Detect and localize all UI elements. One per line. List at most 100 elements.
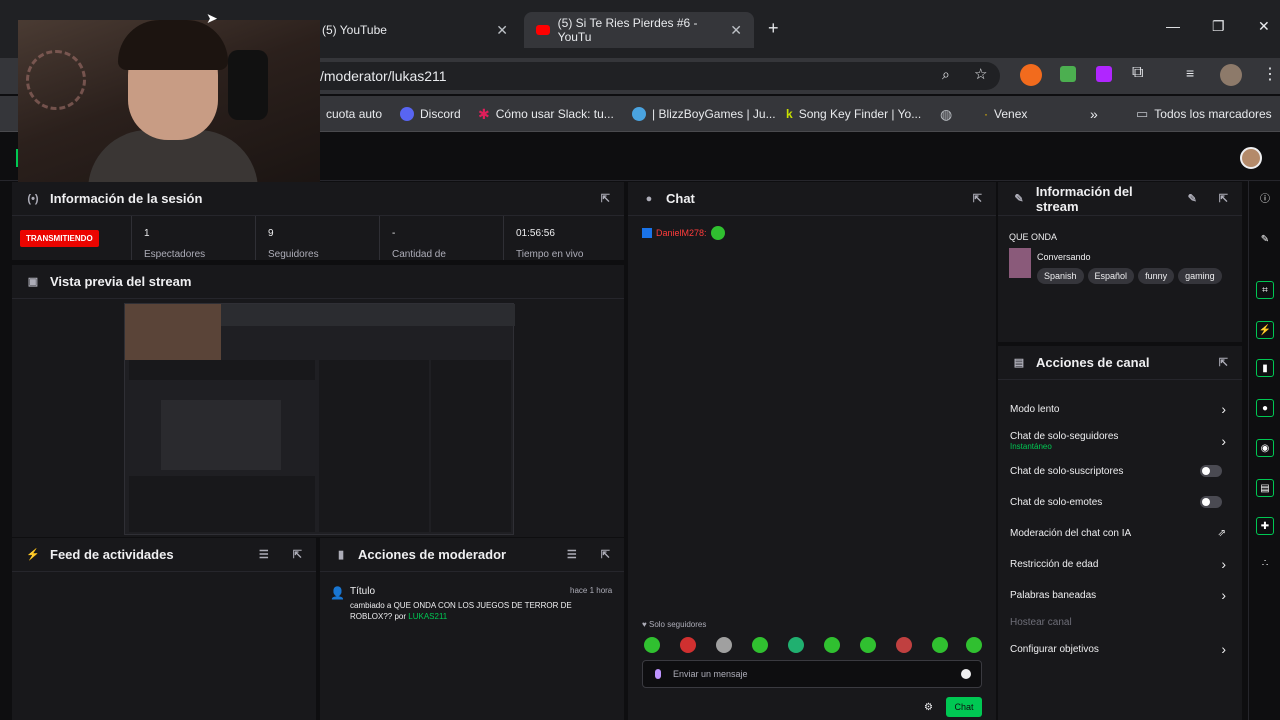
stream-tag[interactable]: funny — [1138, 268, 1175, 284]
emote-icon[interactable] — [824, 637, 840, 653]
emote-icon[interactable] — [716, 637, 732, 653]
tab-si-te-ries[interactable]: (5) Si Te Ries Pierdes #6 - YouTu ✕ — [524, 12, 754, 48]
bookmark-item[interactable]: | BlizzBoyGames | Ju... — [632, 96, 776, 132]
pencil-icon[interactable]: ✎ — [1256, 231, 1274, 249]
action-slow-mode[interactable]: Modo lento › — [998, 394, 1242, 424]
bookmark-item[interactable]: ✱ Cómo usar Slack: tu... — [478, 96, 614, 132]
filter-icon[interactable]: ☰ — [567, 548, 577, 561]
minimize-icon[interactable]: — — [1166, 18, 1180, 34]
settings-gear-icon[interactable]: ⚙ — [924, 702, 933, 713]
edit-icon[interactable]: ✎ — [1188, 192, 1197, 205]
panel-header: (•) Información de la sesión ⇱ — [12, 182, 624, 216]
background-decor — [26, 50, 86, 110]
mic-icon[interactable] — [655, 669, 661, 679]
zoom-icon[interactable]: ⌕ — [942, 66, 950, 83]
more-bookmarks-icon[interactable]: » — [1090, 96, 1098, 132]
action-followers-only[interactable]: Chat de solo-seguidores Instantáneo › — [998, 425, 1242, 457]
popout-icon[interactable]: ⇱ — [293, 548, 302, 561]
stat-cell: TRANSMITIENDO — [12, 216, 132, 260]
emote-icon[interactable] — [860, 637, 876, 653]
action-emotes-only[interactable]: Chat de solo-emotes — [998, 487, 1242, 517]
stream-tag[interactable]: Spanish — [1037, 268, 1084, 284]
restore-icon[interactable]: ❐ — [1212, 18, 1225, 35]
toggle-switch[interactable] — [1200, 496, 1222, 508]
note-icon[interactable]: ▮ — [1256, 359, 1274, 377]
chat-send-button[interactable]: Chat — [946, 697, 982, 717]
filter-icon[interactable]: ☰ — [259, 548, 269, 561]
popout-icon[interactable]: ⇱ — [1219, 192, 1228, 205]
emote-icon[interactable] — [644, 637, 660, 653]
action-ai-moderation[interactable]: Moderación del chat con IA ⇗ — [998, 518, 1242, 548]
chat-username[interactable]: DanielM278: — [656, 228, 707, 238]
emote-icon[interactable] — [966, 637, 982, 653]
bookmark-item[interactable]: k Song Key Finder | Yo... — [786, 96, 921, 132]
action-age-restriction[interactable]: Restricción de edad › — [998, 549, 1242, 579]
toggle-switch[interactable] — [1200, 465, 1222, 477]
wrench-icon[interactable]: ✚ — [1256, 517, 1274, 535]
extension-icon[interactable] — [1096, 66, 1112, 82]
bookmark-star-icon[interactable]: ☆ — [974, 65, 987, 83]
new-tab-icon[interactable]: + — [768, 18, 779, 39]
close-window-icon[interactable]: ✕ — [1258, 18, 1270, 35]
broadcast-icon[interactable]: ◉ — [1256, 439, 1274, 457]
category-thumbnail[interactable] — [1009, 248, 1031, 278]
extension-icon[interactable] — [1020, 64, 1042, 86]
action-subscribers-only[interactable]: Chat de solo-suscriptores — [998, 456, 1242, 486]
bookmark-item[interactable]: cuota auto — [326, 96, 382, 132]
panel-title: Información del stream — [1035, 183, 1133, 214]
more-actions-icon[interactable]: ∴ — [1256, 555, 1274, 573]
all-bookmarks[interactable]: ▭ Todos los marcadores — [1136, 96, 1272, 132]
stream-preview-video[interactable] — [124, 303, 515, 535]
tab-youtube[interactable]: (5) YouTube ✕ — [310, 12, 520, 48]
user-avatar[interactable] — [1240, 147, 1262, 169]
panel-title: Acciones de canal — [1036, 355, 1150, 370]
stream-tag[interactable]: gaming — [1178, 268, 1222, 284]
emote-icon[interactable] — [752, 637, 768, 653]
lightning-icon[interactable]: ⚡ — [1256, 321, 1274, 339]
emote-icon[interactable] — [932, 637, 948, 653]
chat-icon[interactable]: ● — [1256, 399, 1274, 417]
preview-icon: ▣ — [27, 276, 39, 288]
mod-entry-user[interactable]: LUKAS211 — [408, 612, 447, 621]
info-icon[interactable]: ⓘ — [1256, 191, 1274, 209]
popout-icon[interactable]: ⇱ — [601, 192, 610, 205]
bookmark-item[interactable]: · Venex — [984, 96, 1027, 132]
emote-icon[interactable] — [680, 637, 696, 653]
chevron-right-icon: › — [1221, 401, 1226, 417]
folder-icon: ▭ — [1136, 106, 1149, 121]
popout-icon[interactable]: ⇱ — [601, 548, 610, 561]
wrench-icon: ✎ — [1014, 193, 1024, 205]
globe-icon[interactable]: ◍ — [940, 96, 952, 132]
action-banned-words[interactable]: Palabras baneadas › — [998, 580, 1242, 610]
bookmark-item[interactable]: Discord — [400, 96, 461, 132]
server-icon[interactable]: ▤ — [1256, 479, 1274, 497]
panel-title: Información de la sesión — [50, 191, 203, 206]
profile-avatar[interactable] — [1220, 64, 1242, 86]
panel-header: ▣ Vista previa del stream — [12, 265, 624, 299]
more-menu-icon[interactable]: ⋮ — [1262, 64, 1278, 84]
youtube-icon — [536, 25, 550, 35]
extension-icon[interactable] — [1060, 66, 1076, 82]
mod-actions-panel: ▮ Acciones de moderador ☰ ⇱ 👤 Título hac… — [320, 538, 624, 720]
action-configure-goals[interactable]: Configurar objetivos › — [998, 634, 1242, 664]
stream-category[interactable]: Conversando — [1037, 252, 1091, 262]
chevron-right-icon: › — [1221, 641, 1226, 657]
emote-icon[interactable] — [788, 637, 804, 653]
close-icon[interactable]: ✕ — [496, 22, 508, 39]
external-link-icon: ⇗ — [1217, 527, 1226, 539]
site-icon — [632, 107, 646, 121]
session-info-panel: (•) Información de la sesión ⇱ TRANSMITI… — [12, 182, 624, 260]
stat-value: 1 — [144, 228, 150, 239]
popout-icon[interactable]: ⇱ — [973, 192, 982, 205]
address-bar[interactable]: /moderator/lukas211 — [300, 62, 1000, 90]
popout-icon[interactable]: ⇱ — [1219, 356, 1228, 369]
chat-input[interactable]: Enviar un mensaje — [642, 660, 982, 688]
stream-tag[interactable]: Español — [1087, 268, 1135, 284]
puzzle-icon[interactable]: ⧉ — [1132, 64, 1143, 82]
microphone — [228, 50, 268, 120]
clip-icon[interactable]: ⌗ — [1256, 281, 1274, 299]
media-icon[interactable]: ≡ — [1186, 65, 1194, 81]
emote-icon[interactable] — [896, 637, 912, 653]
close-icon[interactable]: ✕ — [730, 22, 742, 39]
emoji-icon[interactable] — [961, 669, 971, 679]
